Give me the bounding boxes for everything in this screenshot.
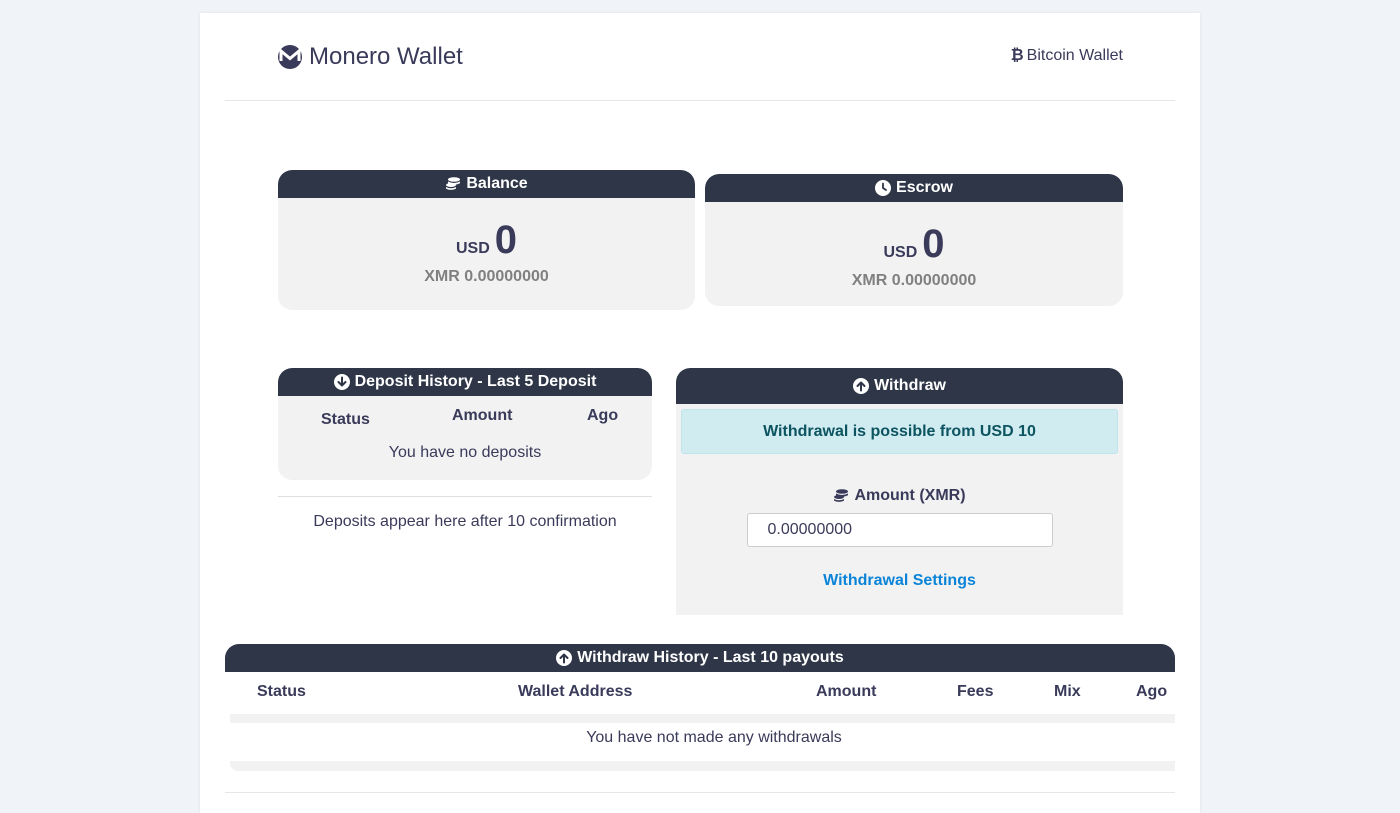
balance-title: Balance — [466, 175, 528, 192]
escrow-panel: Escrow USD 0 XMR 0.00000000 — [705, 174, 1123, 306]
wh-col-ago: Ago — [1136, 683, 1168, 700]
bitcoin-wallet-link[interactable]: ₿ Bitcoin Wallet — [1011, 47, 1123, 65]
wh-col-fees: Fees — [957, 683, 994, 700]
withdraw-history-header: Withdraw History - Last 10 payouts — [225, 644, 1175, 672]
coins-icon — [446, 177, 461, 190]
wh-col-amount: Amount — [816, 683, 877, 700]
deposit-col-status: Status — [321, 411, 370, 428]
brand: Monero Wallet — [278, 43, 463, 71]
deposit-history-title: Deposit History - Last 5 Deposit — [354, 373, 597, 390]
escrow-amount: USD 0 — [705, 220, 1123, 268]
deposit-col-ago: Ago — [587, 407, 619, 424]
balance-header: Balance — [278, 170, 695, 198]
deposit-empty-message: You have no deposits — [388, 444, 542, 461]
brand-title: Monero Wallet — [309, 43, 463, 70]
header-divider — [225, 100, 1175, 101]
arrow-circle-down-icon — [333, 374, 350, 390]
withdraw-header: Withdraw — [676, 368, 1123, 404]
withdraw-history-empty-message: You have not made any withdrawals — [586, 729, 842, 746]
wh-col-wallet-address: Wallet Address — [518, 683, 633, 700]
deposit-note: Deposits appear here after 10 confirmati… — [313, 513, 617, 530]
coins-icon — [834, 489, 849, 502]
bitcoin-icon: ₿ — [1010, 47, 1024, 64]
amount-label: Amount (XMR) — [676, 487, 1123, 505]
withdraw-history-table-header: Status Wallet Address Amount Fees Mix Ag… — [225, 672, 1175, 714]
deposit-history-panel: Deposit History - Last 5 Deposit Status … — [278, 368, 652, 480]
escrow-currency: USD — [883, 244, 918, 261]
withdrawal-settings-link[interactable]: Withdrawal Settings — [676, 572, 1123, 590]
deposit-history-header: Deposit History - Last 5 Deposit — [278, 368, 652, 396]
bitcoin-wallet-label: Bitcoin Wallet — [1026, 47, 1123, 64]
escrow-header: Escrow — [705, 174, 1123, 202]
withdraw-history-stripe — [230, 714, 1175, 723]
balance-currency: USD — [455, 240, 490, 257]
amount-label-text: Amount (XMR) — [854, 487, 966, 504]
monero-logo-icon — [278, 45, 302, 69]
withdraw-history-stripe — [230, 761, 1175, 771]
footer-divider — [225, 792, 1175, 793]
wh-col-status: Status — [257, 683, 306, 700]
arrow-circle-up-icon — [853, 378, 870, 394]
balance-xmr: XMR 0.00000000 — [424, 268, 549, 285]
deposit-col-amount: Amount — [452, 407, 513, 424]
withdraw-panel: Withdraw Withdrawal is possible from USD… — [676, 368, 1123, 615]
balance-panel: Balance USD 0 XMR 0.00000000 — [278, 170, 695, 310]
withdraw-minimum-alert: Withdrawal is possible from USD 10 — [681, 409, 1118, 454]
escrow-title: Escrow — [896, 179, 953, 196]
withdraw-title: Withdraw — [874, 377, 946, 394]
deposit-divider — [278, 496, 652, 497]
escrow-xmr: XMR 0.00000000 — [851, 272, 977, 289]
amount-input[interactable] — [746, 513, 1053, 547]
deposit-table-header: Status Amount Ago — [278, 396, 652, 436]
wallet-card: Monero Wallet ₿ Bitcoin Wallet Balance U… — [200, 13, 1200, 813]
clock-icon — [875, 180, 892, 196]
wh-col-mix: Mix — [1054, 683, 1081, 700]
arrow-circle-up-icon — [556, 650, 573, 666]
balance-value: 0 — [494, 218, 518, 262]
escrow-value: 0 — [922, 222, 945, 266]
balance-amount: USD 0 — [278, 216, 695, 264]
withdraw-history-title: Withdraw History - Last 10 payouts — [577, 649, 844, 666]
